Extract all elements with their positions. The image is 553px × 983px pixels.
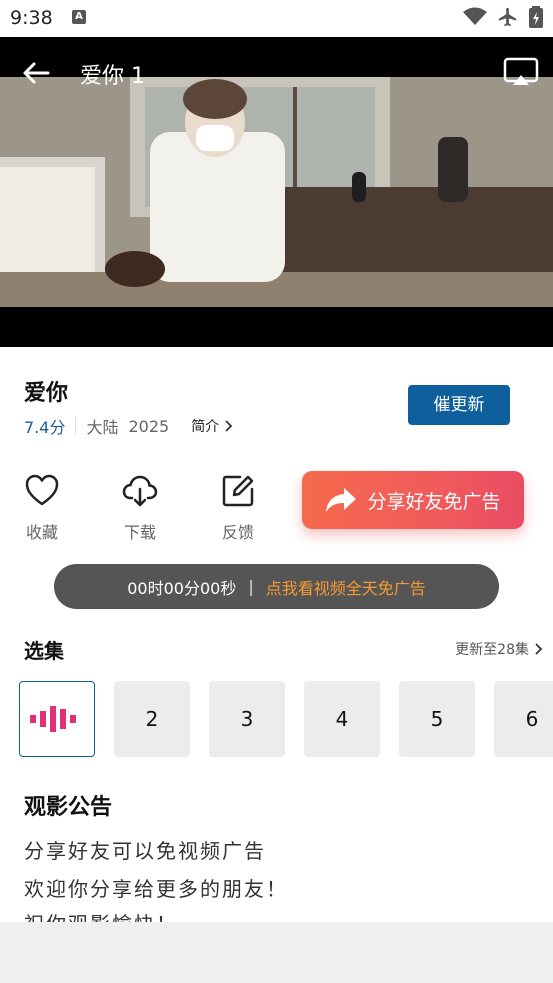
request-update-button[interactable]: 催更新 bbox=[408, 385, 510, 425]
intro-link[interactable]: 简介 bbox=[191, 416, 233, 436]
episode-list: 2 3 4 5 6 bbox=[19, 681, 553, 757]
episodes-more-link[interactable]: 更新至28集 bbox=[455, 639, 543, 659]
episode-item[interactable]: 3 bbox=[209, 681, 285, 757]
episode-item[interactable]: 4 bbox=[304, 681, 380, 757]
show-title: 爱你 bbox=[24, 381, 69, 406]
detail-panel: 爱你 7.4分 大陆 2025 简介 催更新 收藏 下载 反馈 分享好友免广告 … bbox=[0, 347, 553, 922]
status-icons bbox=[463, 6, 543, 28]
video-player[interactable]: 爱你 1 bbox=[0, 37, 553, 347]
intro-label: 简介 bbox=[191, 419, 220, 435]
cloud-download-icon bbox=[122, 475, 158, 507]
notice-line: 祝你观影愉快！ bbox=[24, 908, 178, 922]
notice-line: 分享好友可以免视频广告 bbox=[24, 839, 266, 863]
download-button[interactable]: 下载 bbox=[110, 473, 170, 543]
status-bar: 9:38 A bbox=[0, 0, 553, 37]
chevron-right-icon bbox=[535, 643, 543, 655]
episode-item[interactable]: 6 bbox=[494, 681, 553, 757]
download-label: 下载 bbox=[123, 523, 156, 542]
watch-ad-link[interactable]: 点我看视频全天免广告 bbox=[266, 575, 426, 599]
player-title: 爱你 1 bbox=[80, 64, 145, 89]
timer-countdown: 00时00分00秒 bbox=[127, 578, 237, 598]
ad-free-timer-bar[interactable]: 00时00分00秒 | 点我看视频全天免广告 bbox=[54, 564, 499, 609]
episode-item-1-playing[interactable] bbox=[19, 681, 95, 757]
battery-icon bbox=[529, 6, 543, 28]
action-row: 收藏 下载 反馈 分享好友免广告 bbox=[0, 471, 553, 543]
feedback-button[interactable]: 反馈 bbox=[208, 473, 268, 543]
share-label: 分享好友免广告 bbox=[367, 490, 501, 513]
show-region: 大陆 bbox=[86, 418, 119, 437]
video-frame bbox=[0, 77, 553, 307]
notification-icon: A bbox=[72, 10, 86, 24]
show-year: 2025 bbox=[128, 416, 170, 436]
episode-item[interactable]: 2 bbox=[114, 681, 190, 757]
share-ad-free-button[interactable]: 分享好友免广告 bbox=[302, 471, 524, 529]
bottom-bar-area bbox=[0, 922, 553, 983]
arrow-back-icon[interactable] bbox=[20, 57, 52, 89]
episodes-update-status: 更新至28集 bbox=[455, 642, 529, 658]
episode-item[interactable]: 5 bbox=[399, 681, 475, 757]
timer-divider: | bbox=[248, 577, 254, 596]
chevron-right-icon bbox=[225, 420, 233, 432]
meta-divider bbox=[75, 417, 77, 435]
feedback-label: 反馈 bbox=[221, 523, 254, 542]
edit-icon bbox=[222, 475, 254, 507]
favorite-label: 收藏 bbox=[25, 523, 58, 542]
notice-title: 观影公告 bbox=[24, 795, 113, 820]
playing-bars-icon bbox=[30, 706, 76, 732]
wifi-icon bbox=[463, 7, 487, 25]
cast-icon[interactable] bbox=[503, 57, 539, 87]
show-meta: 7.4分 大陆 2025 简介 bbox=[24, 414, 233, 438]
episodes-title: 选集 bbox=[24, 639, 64, 663]
show-score: 7.4分 bbox=[24, 418, 66, 437]
notice-line: 欢迎你分享给更多的朋友！ bbox=[24, 877, 288, 901]
airplane-icon bbox=[498, 7, 517, 27]
heart-icon bbox=[25, 474, 59, 506]
favorite-button[interactable]: 收藏 bbox=[12, 473, 72, 543]
status-time: 9:38 bbox=[10, 7, 53, 29]
share-arrow-icon bbox=[326, 488, 357, 512]
video-scene bbox=[0, 77, 553, 307]
